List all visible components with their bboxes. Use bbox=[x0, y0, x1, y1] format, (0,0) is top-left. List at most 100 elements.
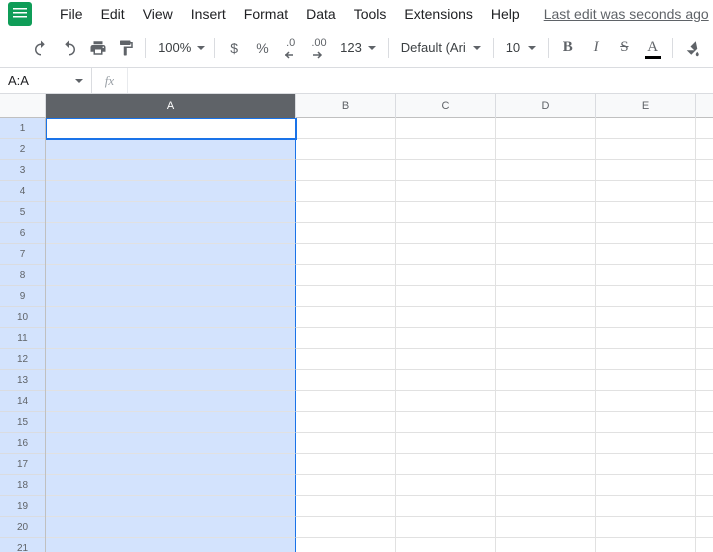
cell[interactable] bbox=[496, 454, 596, 475]
strikethrough-button[interactable]: S bbox=[611, 34, 637, 62]
row-header[interactable]: 12 bbox=[0, 349, 45, 370]
cell[interactable] bbox=[696, 181, 713, 202]
cell[interactable] bbox=[396, 118, 496, 139]
cell[interactable] bbox=[296, 160, 396, 181]
zoom-dropdown[interactable]: 100% bbox=[152, 35, 208, 61]
cell[interactable] bbox=[46, 307, 296, 328]
cell[interactable] bbox=[496, 160, 596, 181]
row-header[interactable]: 16 bbox=[0, 433, 45, 454]
cell[interactable] bbox=[46, 139, 296, 160]
bold-button[interactable]: B bbox=[555, 34, 581, 62]
row-header[interactable]: 15 bbox=[0, 412, 45, 433]
cell[interactable] bbox=[296, 391, 396, 412]
cell[interactable] bbox=[396, 286, 496, 307]
select-all-corner[interactable] bbox=[0, 94, 46, 118]
paint-format-button[interactable] bbox=[113, 34, 139, 62]
cell[interactable] bbox=[496, 391, 596, 412]
cell[interactable] bbox=[596, 475, 696, 496]
cell[interactable] bbox=[496, 517, 596, 538]
cell[interactable] bbox=[696, 202, 713, 223]
more-formats-dropdown[interactable]: 123 bbox=[334, 35, 382, 61]
cell[interactable] bbox=[696, 118, 713, 139]
cell[interactable] bbox=[46, 265, 296, 286]
row-header[interactable]: 20 bbox=[0, 517, 45, 538]
cell[interactable] bbox=[396, 328, 496, 349]
cell[interactable] bbox=[46, 391, 296, 412]
cell[interactable] bbox=[496, 328, 596, 349]
cell[interactable] bbox=[46, 370, 296, 391]
cell[interactable] bbox=[596, 433, 696, 454]
row-header[interactable]: 19 bbox=[0, 496, 45, 517]
menu-tools[interactable]: Tools bbox=[346, 2, 395, 26]
row-header[interactable]: 9 bbox=[0, 286, 45, 307]
cell[interactable] bbox=[596, 244, 696, 265]
cell[interactable] bbox=[296, 370, 396, 391]
cell[interactable] bbox=[46, 454, 296, 475]
cell[interactable] bbox=[46, 223, 296, 244]
row-header[interactable]: 10 bbox=[0, 307, 45, 328]
cell[interactable] bbox=[696, 349, 713, 370]
cell[interactable] bbox=[496, 496, 596, 517]
cell[interactable] bbox=[396, 496, 496, 517]
cell[interactable] bbox=[496, 307, 596, 328]
row-header[interactable]: 2 bbox=[0, 139, 45, 160]
column-header-e[interactable]: E bbox=[596, 94, 696, 118]
row-header[interactable]: 1 bbox=[0, 118, 45, 139]
undo-button[interactable] bbox=[28, 34, 54, 62]
cell[interactable] bbox=[596, 307, 696, 328]
cell[interactable] bbox=[46, 496, 296, 517]
font-dropdown[interactable]: Default (Ari... bbox=[395, 35, 487, 61]
increase-decimal-button[interactable]: .00 bbox=[306, 34, 332, 62]
cell[interactable] bbox=[396, 139, 496, 160]
cell[interactable] bbox=[596, 202, 696, 223]
row-header[interactable]: 14 bbox=[0, 391, 45, 412]
cell[interactable] bbox=[296, 475, 396, 496]
column-header-f[interactable]: F bbox=[696, 94, 713, 118]
font-size-dropdown[interactable]: 10 bbox=[500, 35, 542, 61]
cell[interactable] bbox=[296, 433, 396, 454]
cell[interactable] bbox=[696, 391, 713, 412]
row-header[interactable]: 13 bbox=[0, 370, 45, 391]
cell[interactable] bbox=[696, 223, 713, 244]
row-header[interactable]: 18 bbox=[0, 475, 45, 496]
cell[interactable] bbox=[46, 349, 296, 370]
menu-insert[interactable]: Insert bbox=[183, 2, 234, 26]
cell[interactable] bbox=[596, 391, 696, 412]
cell[interactable] bbox=[296, 328, 396, 349]
cell[interactable] bbox=[296, 202, 396, 223]
column-header-d[interactable]: D bbox=[496, 94, 596, 118]
format-percent-button[interactable]: % bbox=[249, 34, 275, 62]
cell[interactable] bbox=[696, 160, 713, 181]
cell[interactable] bbox=[46, 286, 296, 307]
last-edit-link[interactable]: Last edit was seconds ago bbox=[544, 6, 709, 22]
cell[interactable] bbox=[46, 160, 296, 181]
italic-button[interactable]: I bbox=[583, 34, 609, 62]
cell[interactable] bbox=[296, 454, 396, 475]
cell[interactable] bbox=[396, 412, 496, 433]
cell[interactable] bbox=[396, 391, 496, 412]
name-box[interactable]: A:A bbox=[0, 68, 92, 93]
cell[interactable] bbox=[46, 244, 296, 265]
column-header-b[interactable]: B bbox=[296, 94, 396, 118]
cell[interactable] bbox=[496, 370, 596, 391]
row-header[interactable]: 11 bbox=[0, 328, 45, 349]
cell[interactable] bbox=[46, 328, 296, 349]
cell[interactable] bbox=[46, 118, 296, 139]
cell[interactable] bbox=[596, 412, 696, 433]
decrease-decimal-button[interactable]: .0 bbox=[278, 34, 304, 62]
cell[interactable] bbox=[496, 139, 596, 160]
fill-color-button[interactable] bbox=[679, 34, 705, 62]
cell[interactable] bbox=[696, 244, 713, 265]
cell[interactable] bbox=[496, 475, 596, 496]
cell[interactable] bbox=[496, 349, 596, 370]
cell[interactable] bbox=[396, 370, 496, 391]
row-header[interactable]: 7 bbox=[0, 244, 45, 265]
cell[interactable] bbox=[596, 223, 696, 244]
cell[interactable] bbox=[596, 370, 696, 391]
cell[interactable] bbox=[496, 118, 596, 139]
menu-data[interactable]: Data bbox=[298, 2, 344, 26]
cell[interactable] bbox=[296, 181, 396, 202]
cell[interactable] bbox=[396, 538, 496, 552]
menu-help[interactable]: Help bbox=[483, 2, 528, 26]
sheets-logo-icon[interactable] bbox=[8, 2, 32, 26]
